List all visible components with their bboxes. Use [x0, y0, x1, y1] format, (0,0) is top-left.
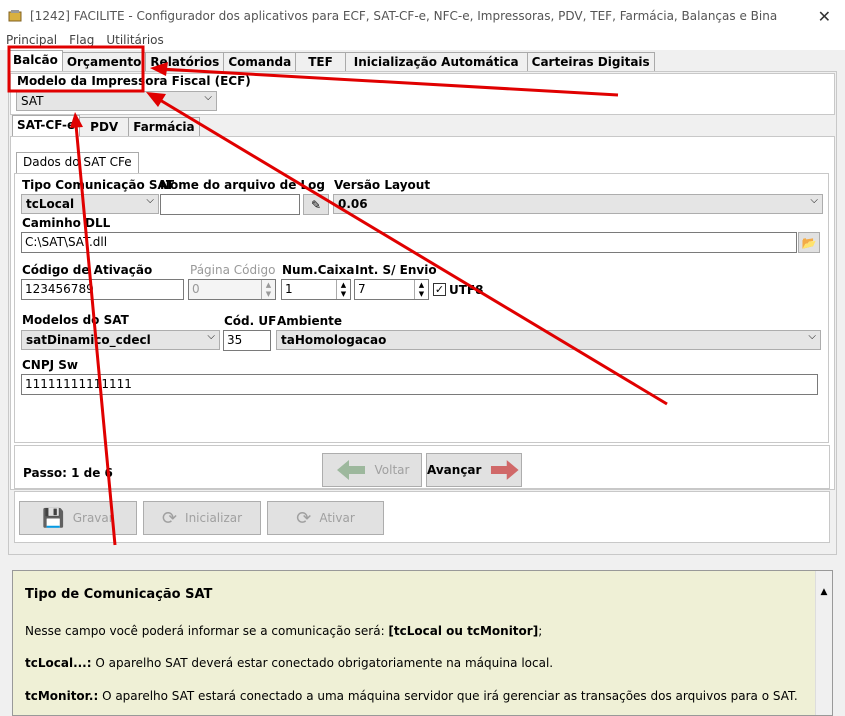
- spin-icon: ▲ ▼: [336, 280, 350, 299]
- close-icon[interactable]: ✕: [818, 7, 831, 26]
- ativacao-label: Código de Ativação: [22, 263, 153, 277]
- sub-tabs: SAT-CF-e PDV Farmácia: [12, 115, 200, 136]
- versao-label: Versão Layout: [334, 178, 431, 192]
- chevron-down-icon: ⌵: [808, 331, 816, 342]
- arquivo-label: Nome do arquivo de Log: [160, 178, 326, 192]
- chevron-down-icon: ⌵: [810, 195, 818, 206]
- envio-input[interactable]: 7 ▲ ▼: [354, 279, 429, 300]
- save-button[interactable]: 💾 Gravar: [19, 501, 137, 535]
- arquivo-input[interactable]: [160, 194, 300, 215]
- tab-inicializacao[interactable]: Inicialização Automática: [344, 52, 528, 71]
- cnpj-input[interactable]: 11111111111111: [21, 374, 818, 395]
- utf8-label: UTF8: [449, 283, 484, 297]
- arrow-right-icon: [491, 460, 520, 480]
- activate-button[interactable]: ⟳ Ativar: [267, 501, 384, 535]
- back-button[interactable]: Voltar: [322, 453, 422, 487]
- help-title: Tipo de Comunicação SAT: [25, 587, 213, 602]
- tab-comanda[interactable]: Comanda: [223, 52, 297, 71]
- browse-dll-button[interactable]: 📂: [798, 232, 820, 253]
- pagina-label: Página Código: [190, 263, 276, 277]
- uf-label: Cód. UF: [224, 314, 277, 328]
- wizard-bar: [14, 445, 830, 489]
- chevron-down-icon: ⌵: [146, 195, 154, 206]
- folder-icon: 📂: [801, 235, 817, 250]
- tab-relatorios[interactable]: Relatórios: [145, 52, 225, 71]
- next-button[interactable]: Avançar: [426, 453, 522, 487]
- modelos-label: Modelos do SAT: [22, 313, 129, 327]
- help-line-1: Nesse campo você poderá informar se a co…: [25, 624, 543, 638]
- versao-select[interactable]: 0.06 ⌵: [333, 194, 823, 214]
- disk-icon: 💾: [42, 507, 65, 529]
- tools-icon: ✎: [310, 197, 322, 212]
- help-panel: Tipo de Comunicação SAT Nesse campo você…: [12, 570, 833, 716]
- window-title: [1242] FACILITE - Configurador dos aplic…: [30, 9, 778, 23]
- browse-log-button[interactable]: ✎: [303, 194, 329, 215]
- tab-sat-cfe[interactable]: SAT-CF-e: [12, 115, 81, 136]
- dll-label: Caminho DLL: [22, 216, 111, 230]
- utf8-checkbox[interactable]: ✓: [433, 283, 446, 296]
- refresh-icon: ⟳: [161, 507, 178, 529]
- app-icon: [8, 10, 22, 22]
- help-line-3: tcMonitor.: O aparelho SAT estará conect…: [25, 689, 798, 703]
- caixa-label: Num.Caixa: [282, 263, 355, 277]
- arrow-left-icon: [336, 460, 365, 480]
- caixa-input[interactable]: 1 ▲ ▼: [281, 279, 351, 300]
- printer-label: Modelo da Impressora Fiscal (ECF): [17, 74, 251, 88]
- step-indicator: Passo: 1 de 6: [23, 466, 113, 480]
- main-tabs: Balcão Orçamento Relatórios Comanda TEF …: [8, 50, 655, 72]
- help-scrollbar[interactable]: ▲: [815, 571, 832, 715]
- menu-bar: Principal Flag Utilitários: [0, 32, 845, 50]
- dll-input[interactable]: C:\SAT\SAT.dll: [21, 232, 797, 253]
- tab-orcamento[interactable]: Orçamento: [61, 52, 147, 71]
- spin-icon: ▲ ▼: [414, 280, 428, 299]
- initialize-button[interactable]: ⟳ Inicializar: [143, 501, 261, 535]
- scroll-up-icon: ▲: [820, 587, 828, 597]
- menu-utilitarios[interactable]: Utilitários: [100, 32, 169, 50]
- group-title: Dados do SAT CFe: [16, 152, 139, 173]
- menu-principal[interactable]: Principal: [0, 32, 63, 50]
- refresh-icon: ⟳: [296, 507, 312, 529]
- tab-carteiras[interactable]: Carteiras Digitais: [526, 52, 655, 71]
- envio-label: Int. S/ Envio: [355, 263, 437, 277]
- uf-input[interactable]: 35: [223, 330, 271, 351]
- chevron-down-icon: ⌵: [207, 331, 215, 342]
- group-tab: Dados do SAT CFe: [16, 152, 139, 173]
- title-bar: [1242] FACILITE - Configurador dos aplic…: [0, 0, 845, 32]
- chevron-down-icon: ⌵: [204, 92, 212, 103]
- tab-pdv[interactable]: PDV: [79, 117, 130, 136]
- pagina-input[interactable]: 0 ▲ ▼: [188, 279, 276, 300]
- ambiente-label: Ambiente: [277, 314, 343, 328]
- ambiente-select[interactable]: taHomologacao ⌵: [276, 330, 821, 350]
- tab-tef[interactable]: TEF: [295, 52, 346, 71]
- tab-farmacia[interactable]: Farmácia: [128, 117, 200, 136]
- ativacao-input[interactable]: 123456789: [21, 279, 184, 300]
- tab-balcao[interactable]: Balcão: [8, 50, 63, 71]
- cnpj-label: CNPJ Sw: [22, 358, 79, 372]
- menu-flag[interactable]: Flag: [63, 32, 100, 50]
- printer-select[interactable]: SAT ⌵: [16, 91, 217, 111]
- help-line-2: tcLocal...: O aparelho SAT deverá estar …: [25, 656, 554, 670]
- spin-icon: ▲ ▼: [261, 280, 275, 299]
- tipo-select[interactable]: tcLocal ⌵: [21, 194, 159, 214]
- modelos-select[interactable]: satDinamico_cdecl ⌵: [21, 330, 220, 350]
- tipo-label: Tipo Comunicação SAT: [22, 178, 175, 192]
